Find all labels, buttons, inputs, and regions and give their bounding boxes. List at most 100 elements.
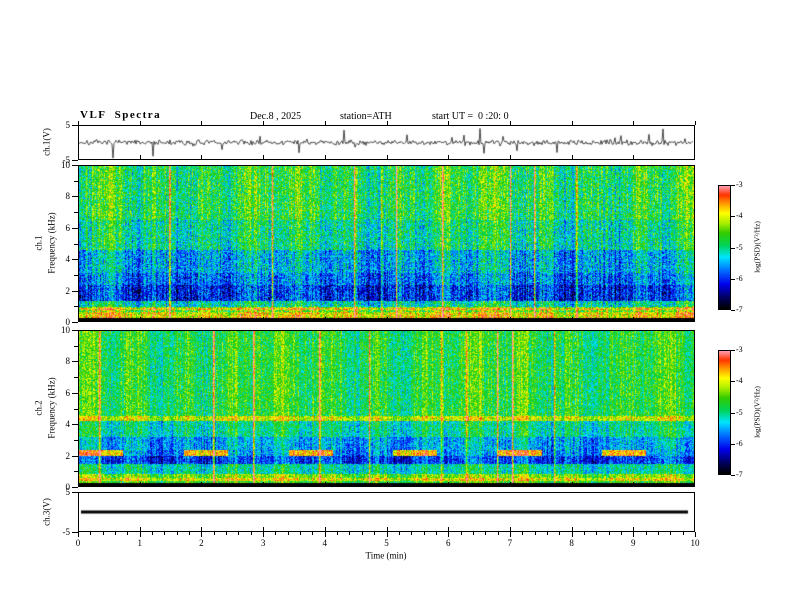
x-minor-tick [374,532,376,535]
colorbar-tick-label: -6 [736,273,743,283]
x-minor-tick [102,532,104,535]
y-minor-tick [74,180,78,182]
x-minor-tick [176,532,178,535]
colorbar-ch2-label: log(PSD)(V²/Hz) [752,386,762,438]
panel-x-tick [633,155,635,159]
x-minor-tick [275,532,277,535]
panel-x-tick [139,527,141,531]
y-tick [72,392,78,394]
ch1-spectrogram-channel-label: ch.1 [33,235,44,251]
ch2-spectrogram-canvas [79,331,694,486]
time-axis-label: Time (min) [365,550,407,561]
vlf-spectra-figure: VLF Spectra Dec.8 , 2025 station=ATH sta… [0,0,792,612]
panel-x-tick [386,155,388,159]
x-tick-label: 7 [507,538,513,548]
panel-x-tick [633,527,635,531]
x-tick [201,532,203,537]
y-minor-tick [74,377,78,379]
x-minor-tick [522,532,524,535]
x-tick-label: 4 [322,538,328,548]
panel-x-tick [139,155,141,159]
colorbar-tick [731,443,735,445]
panel-x-tick [201,317,203,321]
figure-date: Dec.8 , 2025 [250,111,302,122]
panel-x-tick [571,155,573,159]
panel-x-tick [139,317,141,321]
x-minor-tick [349,532,351,535]
x-tick [448,532,450,537]
panel-x-tick [386,527,388,531]
x-tick [633,532,635,537]
y-tick [72,487,78,488]
figure-start-ut: start UT = 0 :20: 0 [432,111,509,122]
y-tick [72,532,78,533]
panel-x-tick [633,482,635,486]
ch1-frequency-axis-label: Frequency (kHz) [46,212,57,274]
figure-station: station=ATH [340,111,392,122]
x-tick-label: 1 [137,538,142,548]
top-x-tick [139,121,141,125]
x-minor-tick [164,532,166,535]
panel-x-tick [571,482,573,486]
panel-x-tick [201,155,203,159]
y-tick-label: 5 [65,487,71,497]
top-x-tick [448,121,450,125]
figure-title: VLF Spectra [80,109,162,121]
x-minor-tick [337,532,339,535]
panel-x-tick [633,317,635,321]
x-minor-tick [497,532,499,535]
x-minor-tick [608,532,610,535]
panel-x-tick [509,527,511,531]
top-x-tick [695,121,696,125]
y-tick [72,196,78,198]
y-tick-label: 2 [65,450,71,461]
panel-x-tick [263,482,265,486]
colorbar-tick-label: -4 [736,376,743,386]
colorbar-tick-label: -6 [736,438,743,448]
x-minor-tick [485,532,487,535]
y-tick [72,361,78,363]
panel-x-tick [509,317,511,321]
top-x-tick [263,121,265,125]
x-minor-tick [411,532,413,535]
panel-x-tick [571,527,573,531]
ch1-voltage-axis-label: ch.1(V) [41,128,52,156]
y-tick-label: 4 [65,254,71,265]
ch3-waveform-panel [78,492,695,532]
panel-x-tick [263,155,265,159]
x-tick [386,532,388,537]
colorbar-tick-label: -3 [736,345,743,354]
x-minor-tick [645,532,647,535]
y-tick-label: 8 [65,191,71,202]
y-tick [72,259,78,261]
x-minor-tick [435,532,437,535]
y-tick [72,492,78,493]
x-minor-tick [460,532,462,535]
y-tick [72,290,78,292]
x-minor-tick [250,532,252,535]
panel-x-tick [324,482,326,486]
x-minor-tick [189,532,191,535]
ch3-waveform-canvas [79,493,694,531]
y-tick [72,227,78,229]
panel-x-tick [509,155,511,159]
y-tick-label: 6 [65,222,71,233]
y-tick-label: 4 [65,419,71,430]
panel-x-tick [263,317,265,321]
x-tick-label: 3 [260,538,266,548]
x-minor-tick [472,532,474,535]
x-minor-tick [583,532,585,535]
colorbar-tick [731,216,735,218]
x-tick [139,532,141,537]
x-tick [509,532,511,537]
top-x-tick [386,121,388,125]
x-minor-tick [596,532,598,535]
x-minor-tick [152,532,154,535]
y-minor-tick [74,471,78,473]
y-minor-tick [74,345,78,347]
y-tick [72,455,78,457]
y-tick [72,330,78,331]
panel-x-tick [448,317,450,321]
panel-x-tick [324,317,326,321]
panel-x-tick [448,482,450,486]
